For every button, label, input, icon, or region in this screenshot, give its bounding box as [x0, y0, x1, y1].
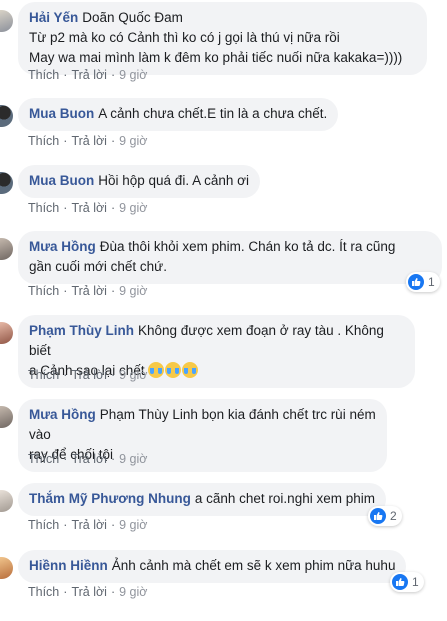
comment-bubble: Mưa Hồng Đùa thôi khỏi xem phim. Chán ko … [18, 231, 442, 284]
avatar[interactable] [0, 105, 13, 127]
avatar[interactable] [0, 172, 13, 194]
comment-author[interactable]: Hải Yến [29, 10, 78, 25]
crying-face-icon [148, 362, 165, 378]
avatar[interactable] [0, 406, 13, 428]
comment-text: gần cuối mới chết chứ. [29, 259, 167, 274]
comment-bubble: Mua Buon A cảnh chưa chết.E tin là a chưa… [18, 98, 339, 131]
comment-author[interactable]: Thắm Mỹ Phương Nhung [29, 491, 191, 506]
like-reaction-icon [408, 274, 424, 290]
comment-bubble: Hiềnn Hiềnn Ảnh cảnh mà chết em sẽ k xem … [18, 550, 407, 583]
like-reaction-icon [370, 508, 386, 524]
reply-link[interactable]: Trả lời [71, 201, 107, 215]
comment-text: Hồi hộp quá đi. A cảnh ơi [98, 173, 249, 188]
reaction-count[interactable]: 1 [390, 572, 424, 592]
timestamp[interactable]: 9 giờ [119, 68, 147, 82]
comment-text: A cảnh chưa chết.E tin là a chưa chết. [98, 106, 328, 121]
timestamp[interactable]: 9 giờ [119, 134, 147, 148]
timestamp[interactable]: 9 giờ [119, 452, 147, 466]
comment-bubble: Thắm Mỹ Phương Nhung a cãnh chet roi.nghi… [18, 483, 386, 516]
reply-link[interactable]: Trả lời [71, 452, 107, 466]
timestamp[interactable]: 9 giờ [119, 201, 147, 215]
comment-actions: Thích · Trả lời · 9 giờ [28, 134, 148, 148]
like-link[interactable]: Thích [28, 368, 59, 382]
like-link[interactable]: Thích [28, 585, 59, 599]
timestamp[interactable]: 9 giờ [119, 585, 147, 599]
comment-actions: Thích · Trả lời · 9 giờ [28, 284, 148, 298]
comment-actions: Thích · Trả lời · 9 giờ [28, 68, 148, 82]
reaction-count[interactable]: 1 [406, 272, 440, 292]
like-link[interactable]: Thích [28, 201, 59, 215]
avatar[interactable] [0, 490, 13, 512]
timestamp[interactable]: 9 giờ [119, 518, 147, 532]
comment-author[interactable]: Mua Buon [29, 173, 94, 188]
comment-text: a cãnh chet roi.nghi xem phim [194, 491, 375, 506]
like-link[interactable]: Thích [28, 134, 59, 148]
comment-actions: Thích · Trả lời · 9 giờ [28, 452, 148, 466]
crying-face-icon [182, 362, 199, 378]
comment-bubble: Mua Buon Hồi hộp quá đi. A cảnh ơi [18, 165, 260, 198]
comment-author[interactable]: Mưa Hồng [29, 407, 96, 422]
like-link[interactable]: Thích [28, 68, 59, 82]
like-link[interactable]: Thích [28, 284, 59, 298]
reply-link[interactable]: Trả lời [71, 585, 107, 599]
like-link[interactable]: Thích [28, 518, 59, 532]
timestamp[interactable]: 9 giờ [119, 368, 147, 382]
comment-text: Ảnh cảnh mà chết em sẽ k xem phim nữa hu… [111, 558, 396, 573]
comment-actions: Thích · Trả lời · 9 giờ [28, 585, 148, 599]
avatar[interactable] [0, 238, 13, 260]
like-link[interactable]: Thích [28, 452, 59, 466]
comment-text: Từ p2 mà ko có Cảnh thì ko có j gọi là t… [29, 30, 340, 45]
reply-link[interactable]: Trả lời [71, 518, 107, 532]
reply-link[interactable]: Trả lời [71, 368, 107, 382]
reply-link[interactable]: Trả lời [71, 134, 107, 148]
like-reaction-icon [392, 574, 408, 590]
reply-link[interactable]: Trả lời [71, 68, 107, 82]
comment-author[interactable]: Mưa Hồng [29, 239, 96, 254]
reaction-count[interactable]: 2 [368, 506, 402, 526]
comment-bubble: Hải Yến Doãn Quốc Đam Từ p2 mà ko có Cảnh… [18, 2, 427, 75]
comment-actions: Thích · Trả lời · 9 giờ [28, 518, 148, 532]
comment-author[interactable]: Phạm Thùy Linh [29, 323, 134, 338]
timestamp[interactable]: 9 giờ [119, 284, 147, 298]
mention[interactable]: Phạm Thùy Linh [100, 407, 198, 422]
comment-actions: Thích · Trả lời · 9 giờ [28, 201, 148, 215]
crying-face-icon [165, 362, 182, 378]
comment-actions: Thích · Trả lời · 9 giờ [28, 368, 148, 382]
avatar[interactable] [0, 322, 13, 344]
avatar[interactable] [0, 10, 13, 32]
avatar[interactable] [0, 557, 13, 579]
comment-author[interactable]: Mua Buon [29, 106, 94, 121]
comment-author[interactable]: Hiềnn Hiềnn [29, 558, 108, 573]
comment-text: Đùa thôi khỏi xem phim. Chán ko tả dc. Í… [99, 239, 396, 254]
reply-link[interactable]: Trả lời [71, 284, 107, 298]
comment-list: Hải Yến Doãn Quốc Đam Từ p2 mà ko có Cảnh… [0, 0, 447, 621]
comment-text: May wa mai mình làm k đêm ko phải tiếc n… [29, 50, 403, 65]
mention[interactable]: Doãn Quốc Đam [82, 10, 183, 25]
